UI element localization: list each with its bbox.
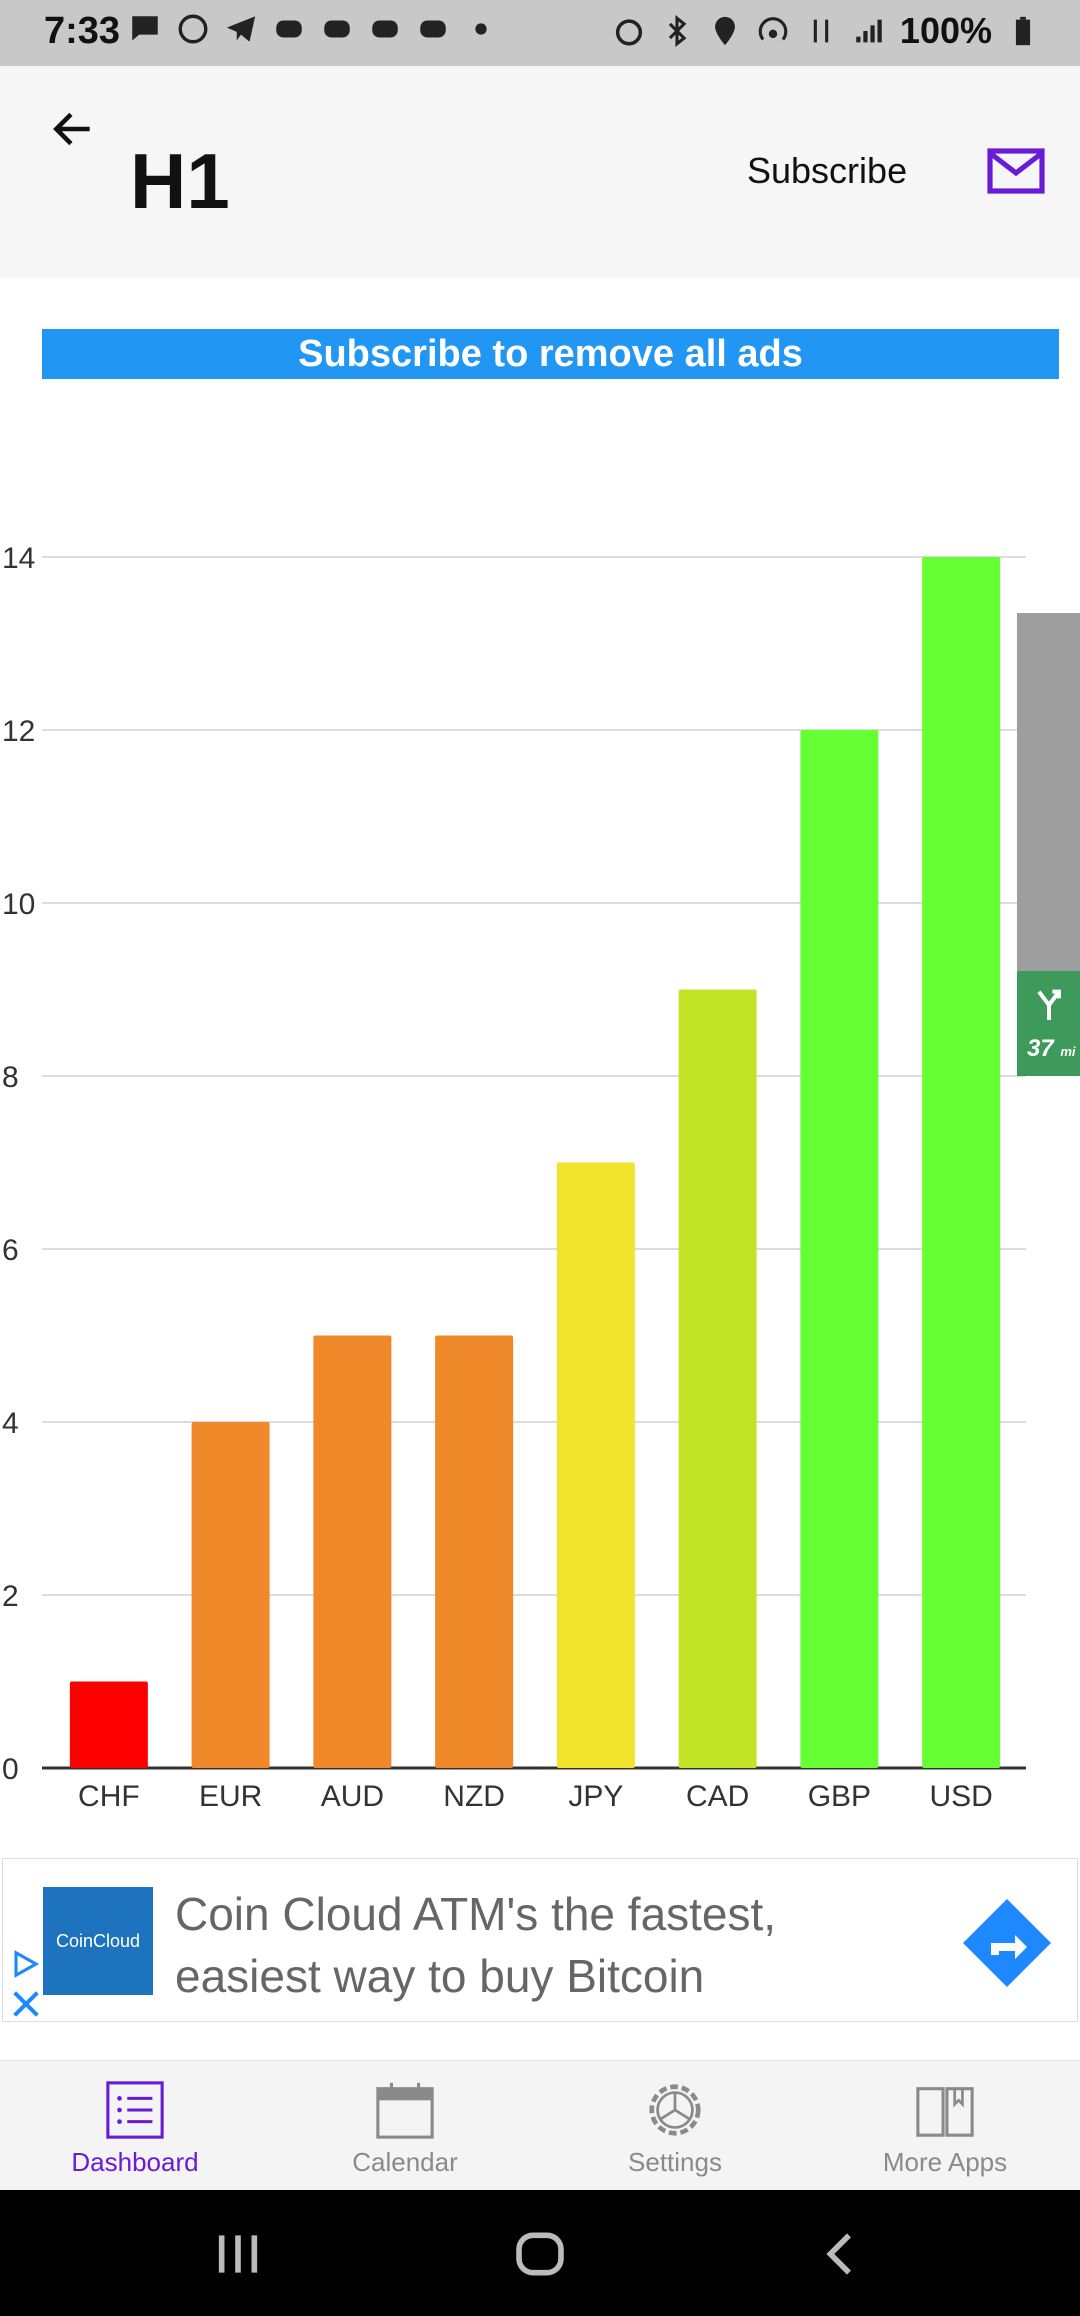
nav-label-calendar: Calendar xyxy=(352,2147,458,2177)
whatsapp-icon xyxy=(178,14,208,44)
status-bar: 7:33 100% xyxy=(0,0,1080,66)
subscribe-banner[interactable]: Subscribe to remove all ads xyxy=(42,329,1059,379)
navigation-widget[interactable]: 37 mi xyxy=(1017,613,1080,1076)
x-tick-label: NZD xyxy=(443,1780,505,1813)
calendar-icon xyxy=(376,2082,434,2139)
bar-cad xyxy=(678,989,757,1768)
bar-chf xyxy=(69,1681,148,1768)
discord-icon xyxy=(276,20,302,38)
nav-label-dashboard: Dashboard xyxy=(71,2147,199,2177)
x-tick-label: CHF xyxy=(78,1780,140,1813)
navigation-widget-handle[interactable] xyxy=(1017,613,1080,971)
dot-icon xyxy=(475,23,487,35)
bar-aud xyxy=(313,1335,392,1768)
hotspot-icon xyxy=(758,17,788,41)
home-icon[interactable] xyxy=(510,2226,570,2282)
battery-percent: 100% xyxy=(899,10,992,51)
nav-item-settings[interactable]: Settings xyxy=(540,2061,810,2191)
navigation-widget-info[interactable]: 37 mi xyxy=(1017,971,1080,1076)
ad-banner[interactable]: CoinCloud Coin Cloud ATM's the fastest, … xyxy=(2,1858,1078,2022)
discord-icon xyxy=(420,20,446,38)
x-tick-label: CAD xyxy=(686,1780,749,1813)
book-icon xyxy=(916,2087,974,2137)
x-tick-label: USD xyxy=(929,1780,992,1813)
signal-icon xyxy=(856,19,882,43)
bluetooth-icon xyxy=(668,15,687,47)
subscribe-button[interactable]: Subscribe xyxy=(747,150,907,192)
y-tick-label: 10 xyxy=(2,888,35,921)
turn-arrow-icon xyxy=(1037,989,1061,1020)
bar-chart: 0 2 4 6 8 10 12 14 CHF EUR AUD NZD JPY CAD GBP USD xyxy=(0,520,1080,1820)
y-tick-label: 8 xyxy=(2,1061,19,1094)
ad-choices-icon[interactable] xyxy=(9,1949,43,1979)
y-tick-label: 12 xyxy=(2,715,35,748)
message-icon xyxy=(132,16,158,41)
discord-icon xyxy=(324,20,350,38)
battery-icon xyxy=(1015,16,1031,46)
location-icon xyxy=(715,16,735,46)
alarm-icon xyxy=(615,19,643,46)
nav-item-more-apps[interactable]: More Apps xyxy=(810,2061,1080,2191)
distance-unit: mi xyxy=(1060,1044,1076,1059)
y-tick-label: 0 xyxy=(2,1753,19,1786)
bar-usd xyxy=(922,557,1001,1768)
nav-item-calendar[interactable]: Calendar xyxy=(270,2061,540,2191)
y-tick-label: 4 xyxy=(2,1407,19,1440)
x-tick-label: AUD xyxy=(321,1780,384,1813)
list-icon xyxy=(106,2081,164,2139)
ad-text[interactable]: Coin Cloud ATM's the fastest, easiest wa… xyxy=(175,1883,815,2007)
recent-apps-icon[interactable] xyxy=(208,2226,268,2282)
bar-nzd xyxy=(435,1335,514,1768)
page-title: H1 xyxy=(130,137,230,225)
ad-arrow-icon[interactable] xyxy=(959,1895,1055,1991)
mail-icon[interactable] xyxy=(986,146,1046,196)
nav-label-more-apps: More Apps xyxy=(882,2147,1008,2177)
bar-eur xyxy=(191,1422,270,1768)
ad-close-icon[interactable] xyxy=(9,1987,43,2021)
chart-svg: 0 2 4 6 8 10 12 14 CHF EUR AUD NZD JPY CAD GBP USD xyxy=(2,542,1026,1813)
back-arrow-icon[interactable] xyxy=(48,104,98,154)
x-tick-label: GBP xyxy=(808,1780,871,1813)
y-tick-label: 6 xyxy=(2,1234,19,1267)
x-tick-label: JPY xyxy=(568,1780,623,1813)
discord-icon xyxy=(372,20,398,38)
x-tick-label: EUR xyxy=(199,1780,262,1813)
back-icon[interactable] xyxy=(812,2226,872,2282)
system-status-icons: 100% xyxy=(612,10,1040,52)
app-header: H1 Subscribe xyxy=(0,66,1080,278)
status-time: 7:33 xyxy=(44,10,121,52)
data-icon xyxy=(813,19,829,43)
system-navigation-bar xyxy=(0,2190,1080,2316)
nav-item-dashboard[interactable]: Dashboard xyxy=(0,2061,270,2191)
y-tick-label: 14 xyxy=(2,542,35,575)
gear-icon xyxy=(649,2084,701,2136)
y-tick-label: 2 xyxy=(2,1580,19,1613)
distance-text: 37 mi xyxy=(1027,1035,1076,1063)
bottom-navigation: Dashboard Calendar Settings More Apps xyxy=(0,2060,1080,2191)
bar-jpy xyxy=(556,1162,635,1768)
notification-icons xyxy=(128,12,498,46)
distance-value: 37 xyxy=(1027,1035,1054,1062)
telegram-icon xyxy=(226,16,256,42)
bar-gbp xyxy=(800,730,879,1768)
ad-brand-logo[interactable]: CoinCloud xyxy=(43,1887,153,1995)
nav-label-settings: Settings xyxy=(628,2147,722,2177)
